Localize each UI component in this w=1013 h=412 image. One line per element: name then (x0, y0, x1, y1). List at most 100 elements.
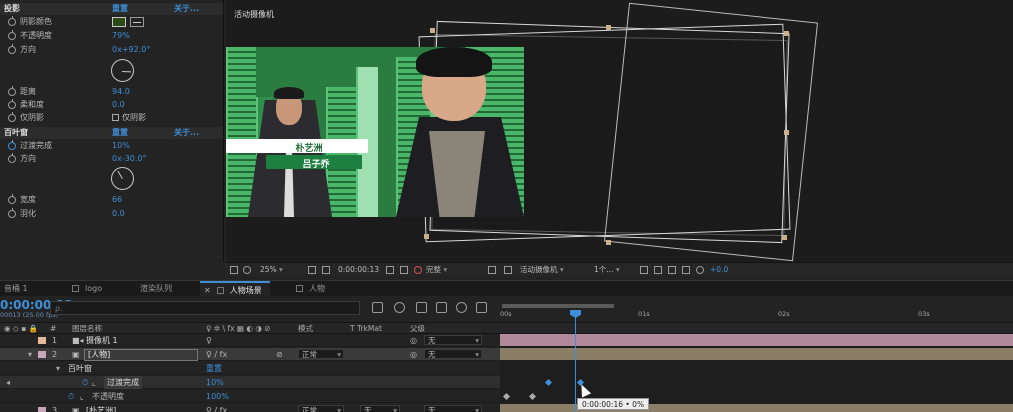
blend-mode-dropdown[interactable]: 正常 (298, 405, 344, 412)
work-area-bar[interactable] (502, 304, 614, 308)
effect-group-row[interactable]: ▾ 百叶窗 重置 (0, 362, 500, 375)
property-value[interactable]: 10% (206, 376, 224, 389)
tab-audio[interactable]: 音桶 1 (0, 281, 28, 297)
trkmat-dropdown[interactable]: 无 (360, 405, 400, 412)
layer-row-puyizhou[interactable]: 3 ▣ [朴艺洲] ♀ / fx 正常 无 无 (0, 404, 500, 412)
3d-view-icon[interactable] (504, 266, 512, 274)
exposure-icon[interactable] (696, 266, 704, 274)
draft-3d-icon[interactable] (394, 302, 405, 313)
property-row-opacity[interactable]: ⏱ ⌞ 不透明度 100% (0, 390, 500, 403)
blinds-width-value[interactable]: 66 (112, 194, 122, 206)
comp-mini-flowchart-icon[interactable] (372, 302, 383, 313)
shadow-about-link[interactable]: 关于... (174, 3, 199, 15)
stopwatch-icon[interactable] (8, 194, 16, 204)
effect-reset-link[interactable]: 重置 (206, 362, 222, 375)
shadow-color-swatch[interactable] (112, 17, 126, 27)
pixel-aspect-icon[interactable] (640, 266, 648, 274)
stopwatch-icon[interactable]: ⏱ (68, 390, 74, 403)
stopwatch-icon[interactable] (8, 16, 16, 26)
stopwatch-icon[interactable] (8, 112, 16, 122)
transform-handle[interactable] (606, 25, 611, 30)
layer-row-person[interactable]: ▾ 2 ▣ [人物] ♀ / fx ⊘ 正常 ◎ 无 (0, 348, 500, 361)
transform-handle[interactable] (782, 235, 787, 240)
transform-handle[interactable] (784, 31, 789, 36)
resolution-dropdown[interactable]: 完整 (426, 265, 447, 275)
tab-render-queue[interactable]: 渲染队列 (140, 281, 172, 297)
3d-layer-icon[interactable]: ⊘ (276, 348, 283, 361)
label-color[interactable] (38, 337, 46, 344)
label-color[interactable] (38, 351, 46, 358)
transform-handle[interactable] (606, 240, 611, 245)
parent-dropdown[interactable]: 无 (424, 349, 482, 360)
parent-dropdown[interactable]: 无 (424, 405, 482, 412)
property-row-transition[interactable]: ◂ ⏱ ⌞ 过渡完成 10% (0, 376, 500, 389)
eyedropper-icon[interactable] (130, 17, 144, 27)
stopwatch-icon[interactable] (8, 140, 16, 150)
fit-icon[interactable] (308, 266, 316, 274)
layer-name[interactable]: [人物] (84, 349, 198, 361)
keyframe-diamond[interactable] (528, 392, 537, 401)
tab-scene[interactable]: ✕ 人物场景 (200, 281, 270, 297)
graph-icon[interactable]: ⌞ (80, 390, 84, 403)
parent-pickwhip-icon[interactable]: ◎ (410, 334, 417, 347)
keyframe-nav-icon[interactable]: ◂ (6, 376, 10, 389)
transform-handle[interactable] (430, 28, 435, 33)
shadow-distance-value[interactable]: 94.0 (112, 86, 130, 98)
blinds-feather-value[interactable]: 0.0 (112, 208, 125, 220)
view-layout-dropdown[interactable]: 1个... (594, 265, 620, 275)
blinds-direction-value[interactable]: 0x-30.0° (112, 153, 147, 165)
property-name[interactable]: 过渡完成 (104, 376, 142, 389)
stopwatch-icon[interactable] (8, 44, 16, 54)
effect-group-name[interactable]: 百叶窗 (68, 362, 92, 375)
grid-icon[interactable] (322, 266, 330, 274)
viewer-timecode[interactable]: 0:00:00:13 (338, 265, 379, 275)
property-value[interactable]: 100% (206, 390, 229, 403)
layer-name[interactable]: 摄像机 1 (86, 334, 118, 347)
graph-editor-icon[interactable] (476, 302, 487, 313)
stopwatch-icon[interactable] (8, 30, 16, 40)
fast-preview-icon[interactable] (654, 266, 662, 274)
time-ruler[interactable]: 00s 01s 02s 03s (500, 296, 1013, 322)
shadow-direction-value[interactable]: 0x+92.0° (112, 44, 150, 56)
stopwatch-icon[interactable] (8, 208, 16, 218)
layer-switches[interactable]: ♀ / fx (206, 348, 227, 361)
color-channel-icon[interactable] (414, 266, 422, 274)
blinds-about-link[interactable]: 关于... (174, 127, 199, 139)
snapshot-icon[interactable] (386, 266, 394, 274)
stopwatch-icon[interactable]: ⏱ (82, 376, 88, 389)
transform-handle[interactable] (424, 234, 429, 239)
parent-dropdown[interactable]: 无 (424, 335, 482, 346)
layer-bar-person[interactable] (500, 348, 1013, 360)
layer-row-camera[interactable]: 1 ■◂ 摄像机 1 ♀ ◎ 无 (0, 334, 500, 347)
stopwatch-icon[interactable] (8, 153, 16, 163)
layer-switches[interactable]: ♀ / fx (206, 404, 227, 412)
label-color[interactable] (38, 407, 46, 412)
flowchart-icon[interactable] (682, 266, 690, 274)
show-snapshot-icon[interactable] (400, 266, 408, 274)
direction-dial[interactable] (111, 167, 134, 190)
direction-dial[interactable] (111, 59, 134, 82)
transform-handle[interactable] (784, 130, 789, 135)
shadow-softness-value[interactable]: 0.0 (112, 99, 125, 111)
expand-arrow-icon[interactable]: ▾ (56, 362, 60, 375)
graph-icon[interactable]: ⌞ (92, 376, 96, 389)
mask-icon[interactable] (243, 266, 251, 274)
stopwatch-icon[interactable] (8, 99, 16, 109)
shadow-effect-header[interactable]: 投影 重置 关于... (0, 3, 223, 15)
blinds-effect-header[interactable]: 百叶窗 重置 关于... (0, 127, 223, 139)
layer-bar-camera[interactable] (500, 334, 1013, 346)
motion-blur-icon[interactable] (456, 302, 467, 313)
layer-switches[interactable]: ♀ (206, 334, 212, 347)
shadow-opacity-value[interactable]: 79% (112, 30, 130, 42)
blinds-reset-link[interactable]: 重置 (112, 127, 128, 139)
shadow-reset-link[interactable]: 重置 (112, 3, 128, 15)
camera-view-dropdown[interactable]: 活动摄像机 (520, 265, 564, 275)
timeline-icon[interactable] (668, 266, 676, 274)
shadow-only-checkbox[interactable]: 仅阴影 (112, 112, 146, 124)
stopwatch-icon[interactable] (8, 86, 16, 96)
shy-layers-icon[interactable] (416, 302, 427, 313)
keyframe-diamond[interactable] (544, 378, 553, 387)
layer-search-input[interactable] (50, 301, 360, 315)
region-of-interest-icon[interactable] (230, 266, 238, 274)
tab-person[interactable]: 人物 (296, 281, 325, 297)
